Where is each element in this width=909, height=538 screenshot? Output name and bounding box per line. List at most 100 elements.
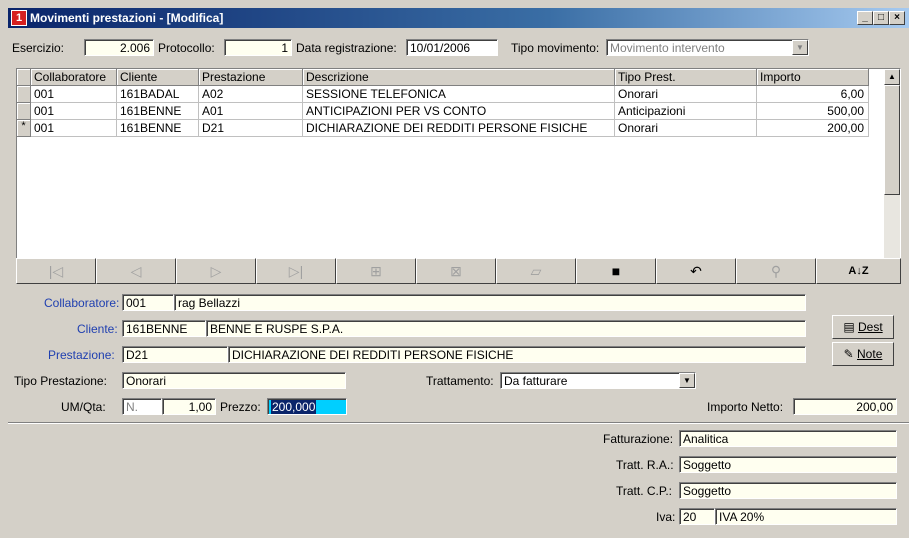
cliente-code-field[interactable]: 161BENNE <box>122 320 206 337</box>
data-registrazione-label: Data registrazione: <box>296 41 397 55</box>
minimize-icon[interactable]: _ <box>857 11 873 25</box>
cell-prestazione[interactable]: A01 <box>199 103 303 120</box>
cell-cliente[interactable]: 161BADAL <box>117 86 199 103</box>
delete-record-button[interactable]: ⊠ <box>416 258 496 284</box>
cell-importo[interactable]: 500,00 <box>757 103 869 120</box>
prestazione-name-field[interactable]: DICHIARAZIONE DEI REDDITI PERSONE FISICH… <box>228 346 806 363</box>
previous-record-button[interactable]: ◁ <box>96 258 176 284</box>
cliente-label: Cliente: <box>77 322 118 336</box>
save-icon: ■ <box>612 263 620 279</box>
note-button[interactable]: ✎ Note <box>832 342 894 366</box>
prezzo-label: Prezzo: <box>220 400 261 414</box>
column-header-descrizione[interactable]: Descrizione <box>303 69 615 86</box>
tratt-cp-field[interactable]: Soggetto <box>679 482 897 499</box>
first-record-icon: |◁ <box>49 263 63 279</box>
cell-importo[interactable]: 6,00 <box>757 86 869 103</box>
cell-tipo-prest[interactable]: Anticipazioni <box>615 103 757 120</box>
scroll-up-icon[interactable]: ▲ <box>884 69 900 85</box>
sort-az-icon: A↓Z <box>848 265 868 277</box>
grid-corner <box>17 69 31 86</box>
column-header-importo[interactable]: Importo <box>757 69 869 86</box>
cliente-name-field[interactable]: BENNE E RUSPE S.P.A. <box>206 320 806 337</box>
protocollo-field[interactable]: 1 <box>224 39 292 56</box>
tipo-movimento-select[interactable]: Movimento intervento <box>606 39 809 56</box>
last-record-icon: ▷| <box>289 263 303 279</box>
row-selector[interactable] <box>17 86 31 103</box>
trattamento-value: Da fatturare <box>504 374 567 388</box>
column-header-collaboratore[interactable]: Collaboratore <box>31 69 117 86</box>
undo-icon: ↶ <box>690 263 702 279</box>
row-selector-current[interactable]: * <box>17 120 31 137</box>
add-record-button[interactable]: ⊞ <box>336 258 416 284</box>
edit-record-button[interactable]: ▱ <box>496 258 576 284</box>
movements-grid[interactable]: Collaboratore Cliente Prestazione Descri… <box>16 68 901 283</box>
iva-desc-field[interactable]: IVA 20% <box>715 508 897 525</box>
cell-descrizione[interactable]: SESSIONE TELEFONICA <box>303 86 615 103</box>
fatturazione-field[interactable]: Analitica <box>679 430 897 447</box>
undo-button[interactable]: ↶ <box>656 258 736 284</box>
address-card-icon: ▤ <box>843 320 858 334</box>
add-record-icon: ⊞ <box>370 263 382 279</box>
cell-descrizione[interactable]: ANTICIPAZIONI PER VS CONTO <box>303 103 615 120</box>
window-body: Esercizio: 2.006 Protocollo: 1 Data regi… <box>8 28 909 538</box>
prezzo-field[interactable]: 200,000 <box>267 398 347 415</box>
app-icon: 1 <box>11 10 27 26</box>
collaboratore-label: Collaboratore: <box>44 296 119 310</box>
cell-tipo-prest[interactable]: Onorari <box>615 86 757 103</box>
chevron-down-icon[interactable]: ▼ <box>679 373 695 388</box>
dest-button[interactable]: ▤ Dest <box>832 315 894 339</box>
row-selector[interactable] <box>17 103 31 120</box>
um-qta-label: UM/Qta: <box>61 400 106 414</box>
prestazione-code-field[interactable]: D21 <box>122 346 228 363</box>
esercizio-label: Esercizio: <box>12 41 64 55</box>
sort-button[interactable]: A↓Z <box>816 258 901 284</box>
maximize-icon[interactable]: □ <box>873 11 889 25</box>
chevron-down-icon[interactable]: ▼ <box>792 40 808 55</box>
cell-cliente[interactable]: 161BENNE <box>117 120 199 137</box>
cell-prestazione[interactable]: A02 <box>199 86 303 103</box>
window-title: Movimenti prestazioni - [Modifica] <box>30 11 223 25</box>
vertical-scrollbar[interactable]: ▲ ▼ <box>884 69 900 282</box>
search-button[interactable]: ⚲ <box>736 258 816 284</box>
tratt-ra-label: Tratt. R.A.: <box>616 458 674 472</box>
importo-netto-label: Importo Netto: <box>707 400 783 414</box>
last-record-button[interactable]: ▷| <box>256 258 336 284</box>
column-header-tipo-prest[interactable]: Tipo Prest. <box>615 69 757 86</box>
cell-collaboratore[interactable]: 001 <box>31 103 117 120</box>
edit-record-icon: ▱ <box>531 263 542 279</box>
save-button[interactable]: ■ <box>576 258 656 284</box>
column-header-cliente[interactable]: Cliente <box>117 69 199 86</box>
tipo-prestazione-field[interactable]: Onorari <box>122 372 346 389</box>
collaboratore-code-field[interactable]: 001 <box>122 294 174 311</box>
um-field[interactable]: N. <box>122 398 162 415</box>
cell-importo[interactable]: 200,00 <box>757 120 869 137</box>
esercizio-field[interactable]: 2.006 <box>84 39 154 56</box>
next-record-button[interactable]: ▷ <box>176 258 256 284</box>
dest-button-label: Dest <box>858 320 883 334</box>
importo-netto-field[interactable]: 200,00 <box>793 398 897 415</box>
trattamento-select[interactable]: Da fatturare <box>500 372 696 389</box>
close-icon[interactable]: × <box>889 11 905 25</box>
tratt-ra-field[interactable]: Soggetto <box>679 456 897 473</box>
first-record-button[interactable]: |◁ <box>16 258 96 284</box>
iva-code-field[interactable]: 20 <box>679 508 715 525</box>
cell-prestazione[interactable]: D21 <box>199 120 303 137</box>
cell-descrizione[interactable]: DICHIARAZIONE DEI REDDITI PERSONE FISICH… <box>303 120 615 137</box>
tratt-cp-label: Tratt. C.P.: <box>616 484 672 498</box>
scroll-thumb[interactable] <box>884 85 900 195</box>
cell-tipo-prest[interactable]: Onorari <box>615 120 757 137</box>
tipo-movimento-value: Movimento intervento <box>610 41 725 55</box>
column-header-prestazione[interactable]: Prestazione <box>199 69 303 86</box>
collaboratore-name-field[interactable]: rag Bellazzi <box>174 294 806 311</box>
tipo-prestazione-label: Tipo Prestazione: <box>14 374 107 388</box>
note-button-label: Note <box>857 347 882 361</box>
fatturazione-label: Fatturazione: <box>603 432 673 446</box>
data-registrazione-field[interactable]: 10/01/2006 <box>406 39 498 56</box>
cell-cliente[interactable]: 161BENNE <box>117 103 199 120</box>
title-bar[interactable]: 1 Movimenti prestazioni - [Modifica] _ □… <box>8 8 909 28</box>
iva-label: Iva: <box>656 510 675 524</box>
quantity-field[interactable]: 1,00 <box>162 398 216 415</box>
cell-collaboratore[interactable]: 001 <box>31 120 117 137</box>
trattamento-label: Trattamento: <box>426 374 494 388</box>
cell-collaboratore[interactable]: 001 <box>31 86 117 103</box>
